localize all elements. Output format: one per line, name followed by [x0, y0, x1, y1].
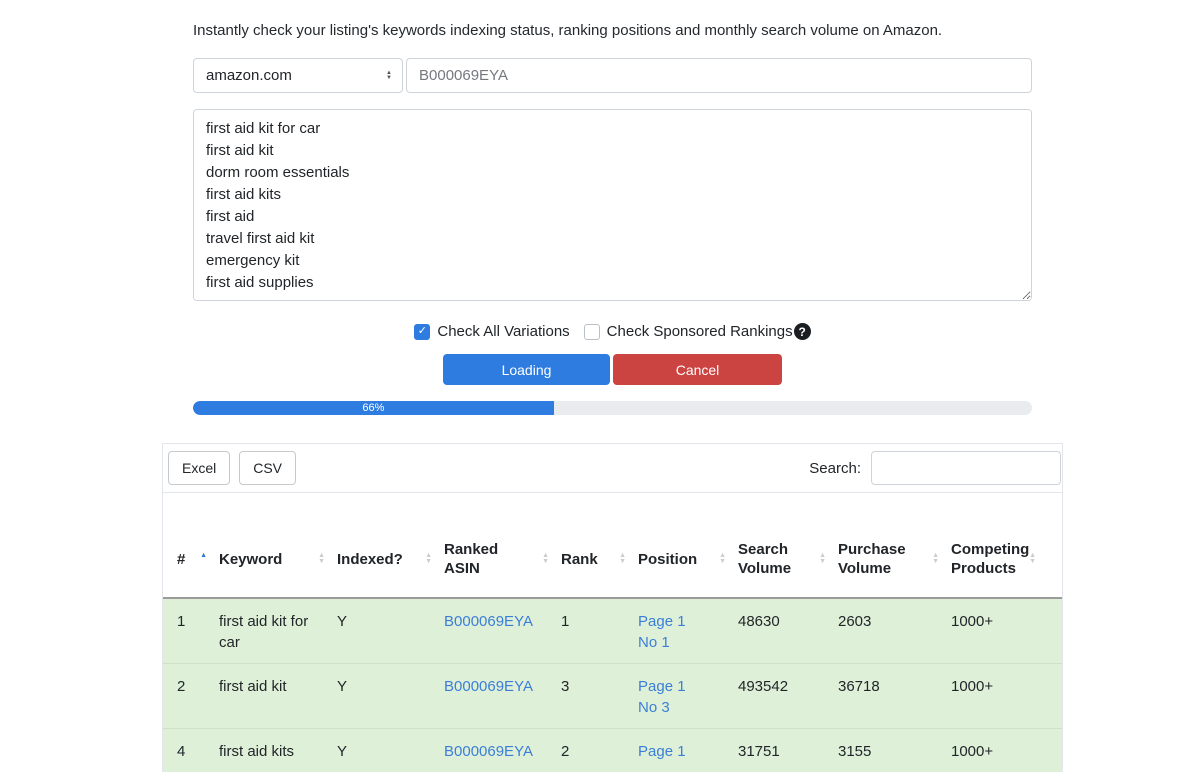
results-panel: Excel CSV Search: # ▲▼ Keyword ▲▼ Indexe…: [162, 443, 1063, 772]
sort-icon: ▲▼: [318, 553, 325, 565]
cell-indexed: Y: [337, 741, 444, 762]
intro-text: Instantly check your listing's keywords …: [193, 22, 1032, 39]
cell-indexed: Y: [337, 676, 444, 718]
keywords-textarea[interactable]: first aid kit for car first aid kit dorm…: [193, 109, 1032, 301]
cell-keyword: first aid kits: [219, 741, 337, 762]
check-sponsored-label: Check Sponsored Rankings: [607, 323, 793, 340]
table-body: 1 first aid kit for car Y B000069EYA 1 P…: [163, 599, 1062, 772]
cell-purchase-volume: 2603: [838, 611, 951, 653]
excel-export-button[interactable]: Excel: [168, 451, 230, 485]
column-header-indexed[interactable]: Indexed? ▲▼: [337, 550, 444, 569]
search-label: Search:: [809, 460, 861, 477]
cell-rank: 1: [561, 611, 638, 653]
keyword-check-form: Instantly check your listing's keywords …: [162, 0, 1063, 415]
progress-fill: 66%: [193, 401, 554, 415]
cell-num: 4: [177, 741, 219, 762]
column-header-search-volume[interactable]: Search Volume ▲▼: [738, 540, 838, 578]
check-all-variations-checkbox[interactable]: ✓: [414, 324, 430, 340]
cell-position: Page 1No 1: [638, 611, 738, 653]
check-sponsored-checkbox[interactable]: ✓: [584, 324, 600, 340]
table-toolbar: Excel CSV Search:: [163, 444, 1062, 492]
column-header-competing-products[interactable]: Competing Products ▲▼: [951, 540, 1048, 578]
cell-num: 2: [177, 676, 219, 718]
cell-purchase-volume: 36718: [838, 676, 951, 718]
sort-icon: ▲▼: [200, 553, 207, 565]
column-header-ranked-asin[interactable]: Ranked ASIN ▲▼: [444, 540, 561, 578]
search-input[interactable]: [871, 451, 1061, 485]
progress-bar: 66%: [193, 401, 1032, 415]
position-link[interactable]: Page 1: [638, 741, 728, 762]
table-row: 1 first aid kit for car Y B000069EYA 1 P…: [163, 599, 1062, 663]
check-all-variations-label: Check All Variations: [437, 323, 569, 340]
cell-search-volume: 48630: [738, 611, 838, 653]
cell-competing-products: 1000+: [951, 741, 1048, 762]
cell-num: 1: [177, 611, 219, 653]
cell-position: Page 1No 3: [638, 676, 738, 718]
table-row: 4 first aid kits Y B000069EYA 2 Page 1 3…: [163, 728, 1062, 772]
main-container: Instantly check your listing's keywords …: [162, 0, 1063, 772]
position-link[interactable]: No 3: [638, 697, 728, 718]
check-icon: ✓: [418, 326, 427, 337]
position-link[interactable]: Page 1: [638, 676, 728, 697]
marketplace-selected-value: amazon.com: [206, 67, 292, 84]
select-arrows-icon: ▲▼: [386, 71, 392, 81]
sort-icon: ▲▼: [932, 553, 939, 565]
cell-rank: 3: [561, 676, 638, 718]
cell-keyword: first aid kit: [219, 676, 337, 718]
column-header-purchase-volume[interactable]: Purchase Volume ▲▼: [838, 540, 951, 578]
column-header-position[interactable]: Position ▲▼: [638, 550, 738, 569]
column-header-num[interactable]: # ▲▼: [177, 550, 219, 569]
sort-icon: ▲▼: [619, 553, 626, 565]
position-link[interactable]: No 1: [638, 632, 728, 653]
sort-icon: ▲▼: [542, 553, 549, 565]
results-table: # ▲▼ Keyword ▲▼ Indexed? ▲▼ Ranked ASIN …: [163, 492, 1062, 772]
table-row: 2 first aid kit Y B000069EYA 3 Page 1No …: [163, 663, 1062, 728]
cancel-button[interactable]: Cancel: [613, 354, 782, 385]
position-link[interactable]: Page 1: [638, 611, 728, 632]
sort-icon: ▲▼: [425, 553, 432, 565]
asin-input[interactable]: [406, 58, 1032, 93]
cell-competing-products: 1000+: [951, 676, 1048, 718]
cell-keyword: first aid kit for car: [219, 611, 337, 653]
cell-position: Page 1: [638, 741, 738, 762]
cell-purchase-volume: 3155: [838, 741, 951, 762]
sort-icon: ▲▼: [719, 553, 726, 565]
column-header-keyword[interactable]: Keyword ▲▼: [219, 550, 337, 569]
sort-icon: ▲▼: [819, 553, 826, 565]
column-header-rank[interactable]: Rank ▲▼: [561, 550, 638, 569]
cell-rank: 2: [561, 741, 638, 762]
cell-search-volume: 31751: [738, 741, 838, 762]
cell-indexed: Y: [337, 611, 444, 653]
marketplace-select[interactable]: amazon.com ▲▼: [193, 58, 403, 93]
cell-competing-products: 1000+: [951, 611, 1048, 653]
asin-link[interactable]: B000069EYA: [444, 613, 533, 630]
asin-link[interactable]: B000069EYA: [444, 678, 533, 695]
loading-button[interactable]: Loading: [443, 354, 610, 385]
help-icon[interactable]: ?: [794, 323, 811, 340]
cell-search-volume: 493542: [738, 676, 838, 718]
csv-export-button[interactable]: CSV: [239, 451, 296, 485]
sort-icon: ▲▼: [1029, 553, 1036, 565]
table-header-row: # ▲▼ Keyword ▲▼ Indexed? ▲▼ Ranked ASIN …: [163, 493, 1062, 599]
asin-link[interactable]: B000069EYA: [444, 743, 533, 760]
